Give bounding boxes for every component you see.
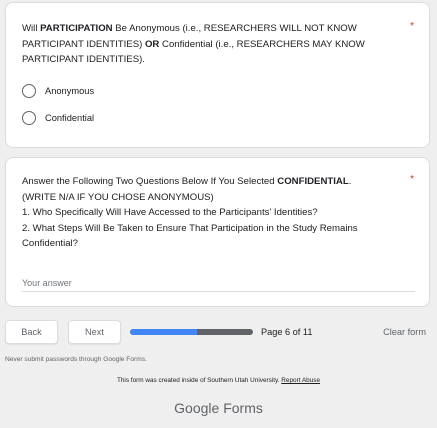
clear-form-button[interactable]: Clear form — [383, 327, 426, 337]
radio-option-confidential[interactable]: Confidential — [22, 111, 94, 125]
question-card-confidential: Answer the Following Two Questions Below… — [5, 157, 430, 307]
progress-bar-fill — [130, 329, 198, 335]
title-part-bold: PARTICIPATION — [40, 23, 113, 34]
question-title: Answer the Following Two Questions Below… — [22, 174, 402, 252]
question-title: Will PARTICIPATION Be Anonymous (i.e., R… — [22, 21, 394, 68]
progress-bar — [130, 329, 253, 335]
created-text: This form was created inside of Southern… — [116, 377, 280, 384]
brand-forms: Forms — [223, 400, 263, 416]
next-button[interactable]: Next — [68, 320, 121, 344]
question-line: Answer the Following Two Questions Below… — [22, 174, 402, 190]
question-text-bold: CONFIDENTIAL — [277, 176, 349, 187]
title-part-bold: OR — [144, 38, 160, 50]
google-forms-logo[interactable]: Google Forms — [0, 400, 437, 416]
title-part: Will — [22, 23, 41, 34]
brand-google: Google — [174, 400, 220, 416]
radio-label: Confidential — [45, 113, 95, 123]
report-abuse-link[interactable]: Report Abuse — [281, 377, 320, 384]
required-asterisk: * — [410, 21, 414, 32]
radio-button-icon[interactable] — [22, 84, 36, 98]
created-by-note: This form was created inside of Southern… — [0, 377, 437, 384]
question-text: Answer the Following Two Questions Below… — [22, 176, 278, 187]
radio-label: Anonymous — [45, 86, 95, 96]
question-text: . — [348, 176, 352, 187]
question-line: 2. What Steps Will Be Taken to Ensure Th… — [22, 222, 358, 250]
radio-option-anonymous[interactable]: Anonymous — [22, 84, 94, 98]
required-asterisk: * — [410, 174, 414, 185]
answer-input[interactable] — [22, 274, 415, 292]
radio-button-icon[interactable] — [22, 111, 36, 125]
password-warning: Never submit passwords through Google Fo… — [5, 356, 147, 363]
question-line: (WRITE N/A IF YOU CHOSE ANONYMOUS) — [22, 191, 214, 203]
question-card-participation: Will PARTICIPATION Be Anonymous (i.e., R… — [5, 2, 430, 148]
question-line: 1. Who Specifically Will Have Accessed t… — [22, 207, 318, 218]
page-indicator: Page 6 of 11 — [261, 327, 313, 337]
back-button[interactable]: Back — [5, 320, 58, 344]
